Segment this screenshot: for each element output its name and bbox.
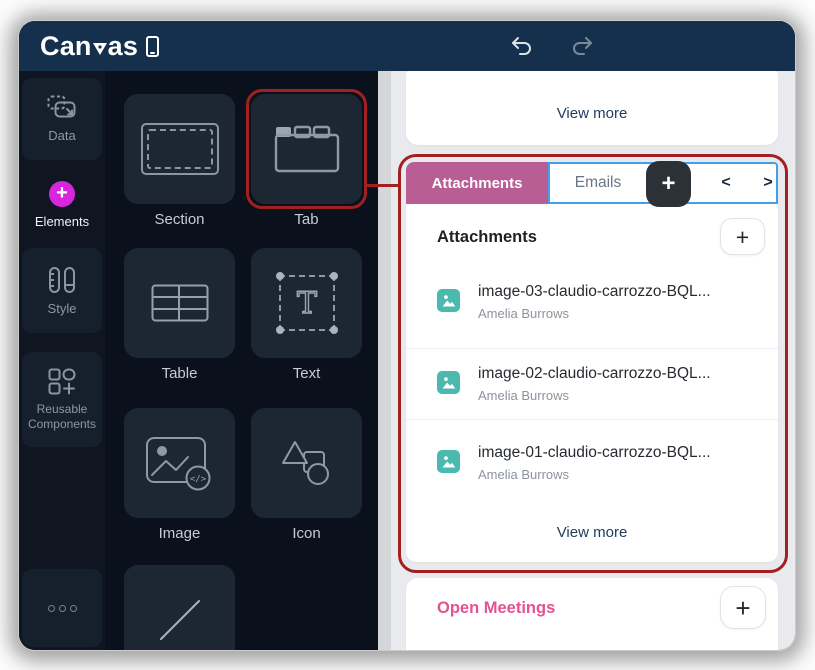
element-tile-label: Tab — [294, 211, 319, 228]
element-tile-label: Image — [158, 525, 201, 542]
open-meetings-title: Open Meetings — [437, 599, 556, 617]
more-dots-icon — [47, 604, 77, 612]
redo-button[interactable] — [564, 32, 600, 60]
sidebar-item-label: Style — [47, 300, 77, 316]
view-more-link[interactable]: View more — [557, 524, 628, 541]
top-related-card: View more — [406, 71, 778, 145]
image-file-icon — [437, 289, 460, 312]
sidebar-item-style[interactable]: Style — [22, 248, 102, 333]
element-tile-tab[interactable] — [251, 94, 362, 204]
undo-arrow-icon — [512, 37, 531, 55]
element-tile-section[interactable] — [124, 94, 235, 204]
attachment-name: image-03-claudio-carrozzo-BQL... — [478, 283, 711, 300]
tab-bar: Attachments Emails + < > — [406, 161, 778, 207]
attachment-row[interactable]: image-01-claudio-carrozzo-BQL... Amelia … — [406, 434, 778, 494]
preview-canvas: View more Attachments Emails + < > Attac… — [378, 71, 795, 650]
add-attachment-button[interactable]: + — [720, 218, 765, 255]
attachment-row[interactable]: image-02-claudio-carrozzo-BQL... Amelia … — [406, 356, 778, 416]
sidebar-item-elements[interactable]: + Elements — [22, 171, 102, 239]
view-more-link[interactable]: View more — [557, 105, 628, 122]
mobile-preview-icon — [146, 35, 160, 57]
element-tile-text[interactable]: T — [251, 248, 362, 358]
panel-gutter — [378, 71, 391, 650]
svg-text:T: T — [296, 286, 316, 321]
element-tile-label: Icon — [292, 525, 321, 542]
undo-button[interactable] — [504, 32, 540, 60]
attachments-view-more: View more — [406, 524, 778, 542]
attachment-row[interactable]: image-03-claudio-carrozzo-BQL... Amelia … — [406, 274, 778, 334]
plus-circle-icon: + — [49, 181, 75, 207]
tab-icon — [274, 125, 339, 173]
sidebar: Data + Elements Style Reusable Component… — [19, 71, 105, 650]
tab-scroll-right-button[interactable]: > — [750, 164, 786, 202]
element-tile-table[interactable] — [124, 248, 235, 358]
row-divider — [406, 419, 778, 420]
line-icon — [159, 600, 200, 640]
sidebar-item-more[interactable] — [22, 569, 102, 647]
sidebar-item-label: Reusable Components — [27, 401, 97, 431]
logo-text-pre: Can — [40, 30, 92, 61]
sidebar-item-reusable-components[interactable]: Reusable Components — [22, 352, 102, 447]
attachment-name: image-02-claudio-carrozzo-BQL... — [478, 365, 711, 382]
tab-strip-selected: Emails + < > — [548, 161, 778, 207]
attachment-owner: Amelia Burrows — [478, 467, 570, 482]
element-tile-image[interactable]: </> — [124, 408, 235, 518]
element-tile-label: Text — [292, 365, 321, 382]
tab-scroll-left-button[interactable]: < — [708, 164, 744, 202]
canvas-logo: Can as — [40, 30, 160, 62]
redo-arrow-icon — [573, 37, 593, 55]
sidebar-item-data[interactable]: Data — [22, 78, 102, 160]
shapes-icon — [281, 441, 329, 485]
selection-connector-line — [366, 184, 400, 187]
sidebar-item-label: Data — [48, 128, 76, 143]
open-meetings-card: Open Meetings + — [406, 578, 778, 650]
svg-text:</>: </> — [189, 475, 206, 485]
logo-pen-nib-icon — [92, 43, 107, 55]
element-tile-line[interactable] — [124, 565, 235, 650]
attachment-name: image-01-claudio-carrozzo-BQL... — [478, 444, 711, 461]
reusable-components-icon — [48, 368, 76, 394]
image-file-icon — [437, 371, 460, 394]
text-icon: T — [275, 272, 338, 334]
image-icon: </> — [145, 437, 210, 491]
attachment-owner: Amelia Burrows — [478, 306, 570, 321]
tab-attachments[interactable]: Attachments — [406, 162, 548, 204]
attachment-owner: Amelia Burrows — [478, 388, 570, 403]
app-header: Can as — [19, 21, 795, 71]
table-icon — [151, 284, 208, 322]
element-tile-label: Table — [161, 365, 198, 382]
attachments-section-title: Attachments — [437, 228, 537, 246]
app-window: Can as Data + Elements Style Reusable Co… — [19, 21, 795, 650]
tab-emails[interactable]: Emails — [550, 164, 646, 202]
section-icon — [140, 123, 219, 175]
sidebar-item-label: Elements — [34, 214, 90, 229]
data-icon — [47, 95, 76, 118]
add-meeting-button[interactable]: + — [720, 586, 766, 629]
element-tile-label: Section — [154, 211, 205, 228]
attachments-tab-component: Attachments Emails + < > Attachments + i — [406, 161, 778, 562]
row-divider — [406, 348, 778, 349]
style-icon — [49, 266, 75, 293]
element-tile-icon[interactable] — [251, 408, 362, 518]
image-file-icon — [437, 450, 460, 473]
logo-text-post: as — [107, 30, 139, 61]
elements-panel: Section Tab Table T Text </> Image Icon — [105, 71, 378, 650]
add-tab-button[interactable]: + — [646, 161, 691, 207]
